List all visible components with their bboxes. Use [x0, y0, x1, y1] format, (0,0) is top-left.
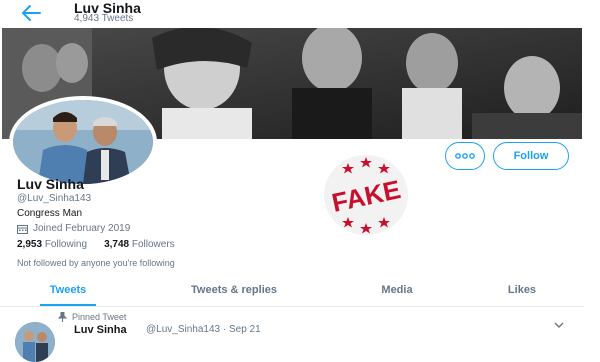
- page-scrollbar[interactable]: [585, 0, 600, 338]
- more-options-button[interactable]: [445, 142, 485, 170]
- header-tweets-count: 4,943 Tweets: [74, 13, 134, 24]
- tweet-handle-time[interactable]: @Luv_Sinha143 · Sep 21: [146, 324, 261, 335]
- following-count: 2,953: [17, 239, 43, 250]
- calendar-icon: [17, 224, 28, 234]
- profile-avatar[interactable]: [9, 96, 157, 188]
- following-stat[interactable]: 2,953 Following: [17, 239, 87, 250]
- profile-joined-date: Joined February 2019: [17, 223, 130, 234]
- joined-text: Joined February 2019: [33, 223, 131, 234]
- tweet-author-name[interactable]: Luv Sinha: [74, 324, 127, 336]
- profile-header-bar: Luv Sinha 4,943 Tweets: [0, 0, 584, 28]
- chevron-down-icon[interactable]: [553, 320, 565, 330]
- avatar-photo: [13, 100, 153, 184]
- more-options-icon: [455, 153, 475, 159]
- following-label: Following: [44, 239, 88, 250]
- followers-count: 3,748: [104, 239, 130, 250]
- profile-tabs: Tweets Tweets & replies Media Likes: [0, 276, 584, 307]
- profile-name: Luv Sinha: [17, 176, 84, 192]
- profile-stats: 2,953 Following 3,748 Followers: [17, 239, 175, 250]
- pinned-label: Pinned Tweet: [72, 312, 127, 322]
- pinned-tweet[interactable]: Pinned Tweet Luv Sinha @Luv_Sinha143 · S…: [0, 307, 584, 362]
- mutual-followers-note: Not followed by anyone you're following: [17, 258, 175, 268]
- tab-likes[interactable]: Likes: [496, 276, 548, 304]
- fake-stamp-graphic: FAKE: [324, 155, 408, 235]
- followers-label: Followers: [131, 239, 175, 250]
- profile-handle: @Luv_Sinha143: [17, 193, 92, 204]
- profile-bio: Congress Man: [17, 208, 83, 219]
- tweet-author-avatar[interactable]: [15, 322, 55, 362]
- tab-tweets-replies[interactable]: Tweets & replies: [170, 276, 298, 304]
- fake-stamp-overlay: FAKE: [322, 153, 410, 237]
- tweet-avatar-photo: [15, 322, 55, 362]
- followers-stat[interactable]: 3,748 Followers: [104, 239, 175, 250]
- follow-button[interactable]: Follow: [493, 142, 569, 170]
- tab-media[interactable]: Media: [368, 276, 426, 304]
- back-arrow-icon[interactable]: [20, 3, 42, 23]
- pin-icon: [58, 312, 67, 322]
- tab-tweets[interactable]: Tweets: [40, 276, 96, 306]
